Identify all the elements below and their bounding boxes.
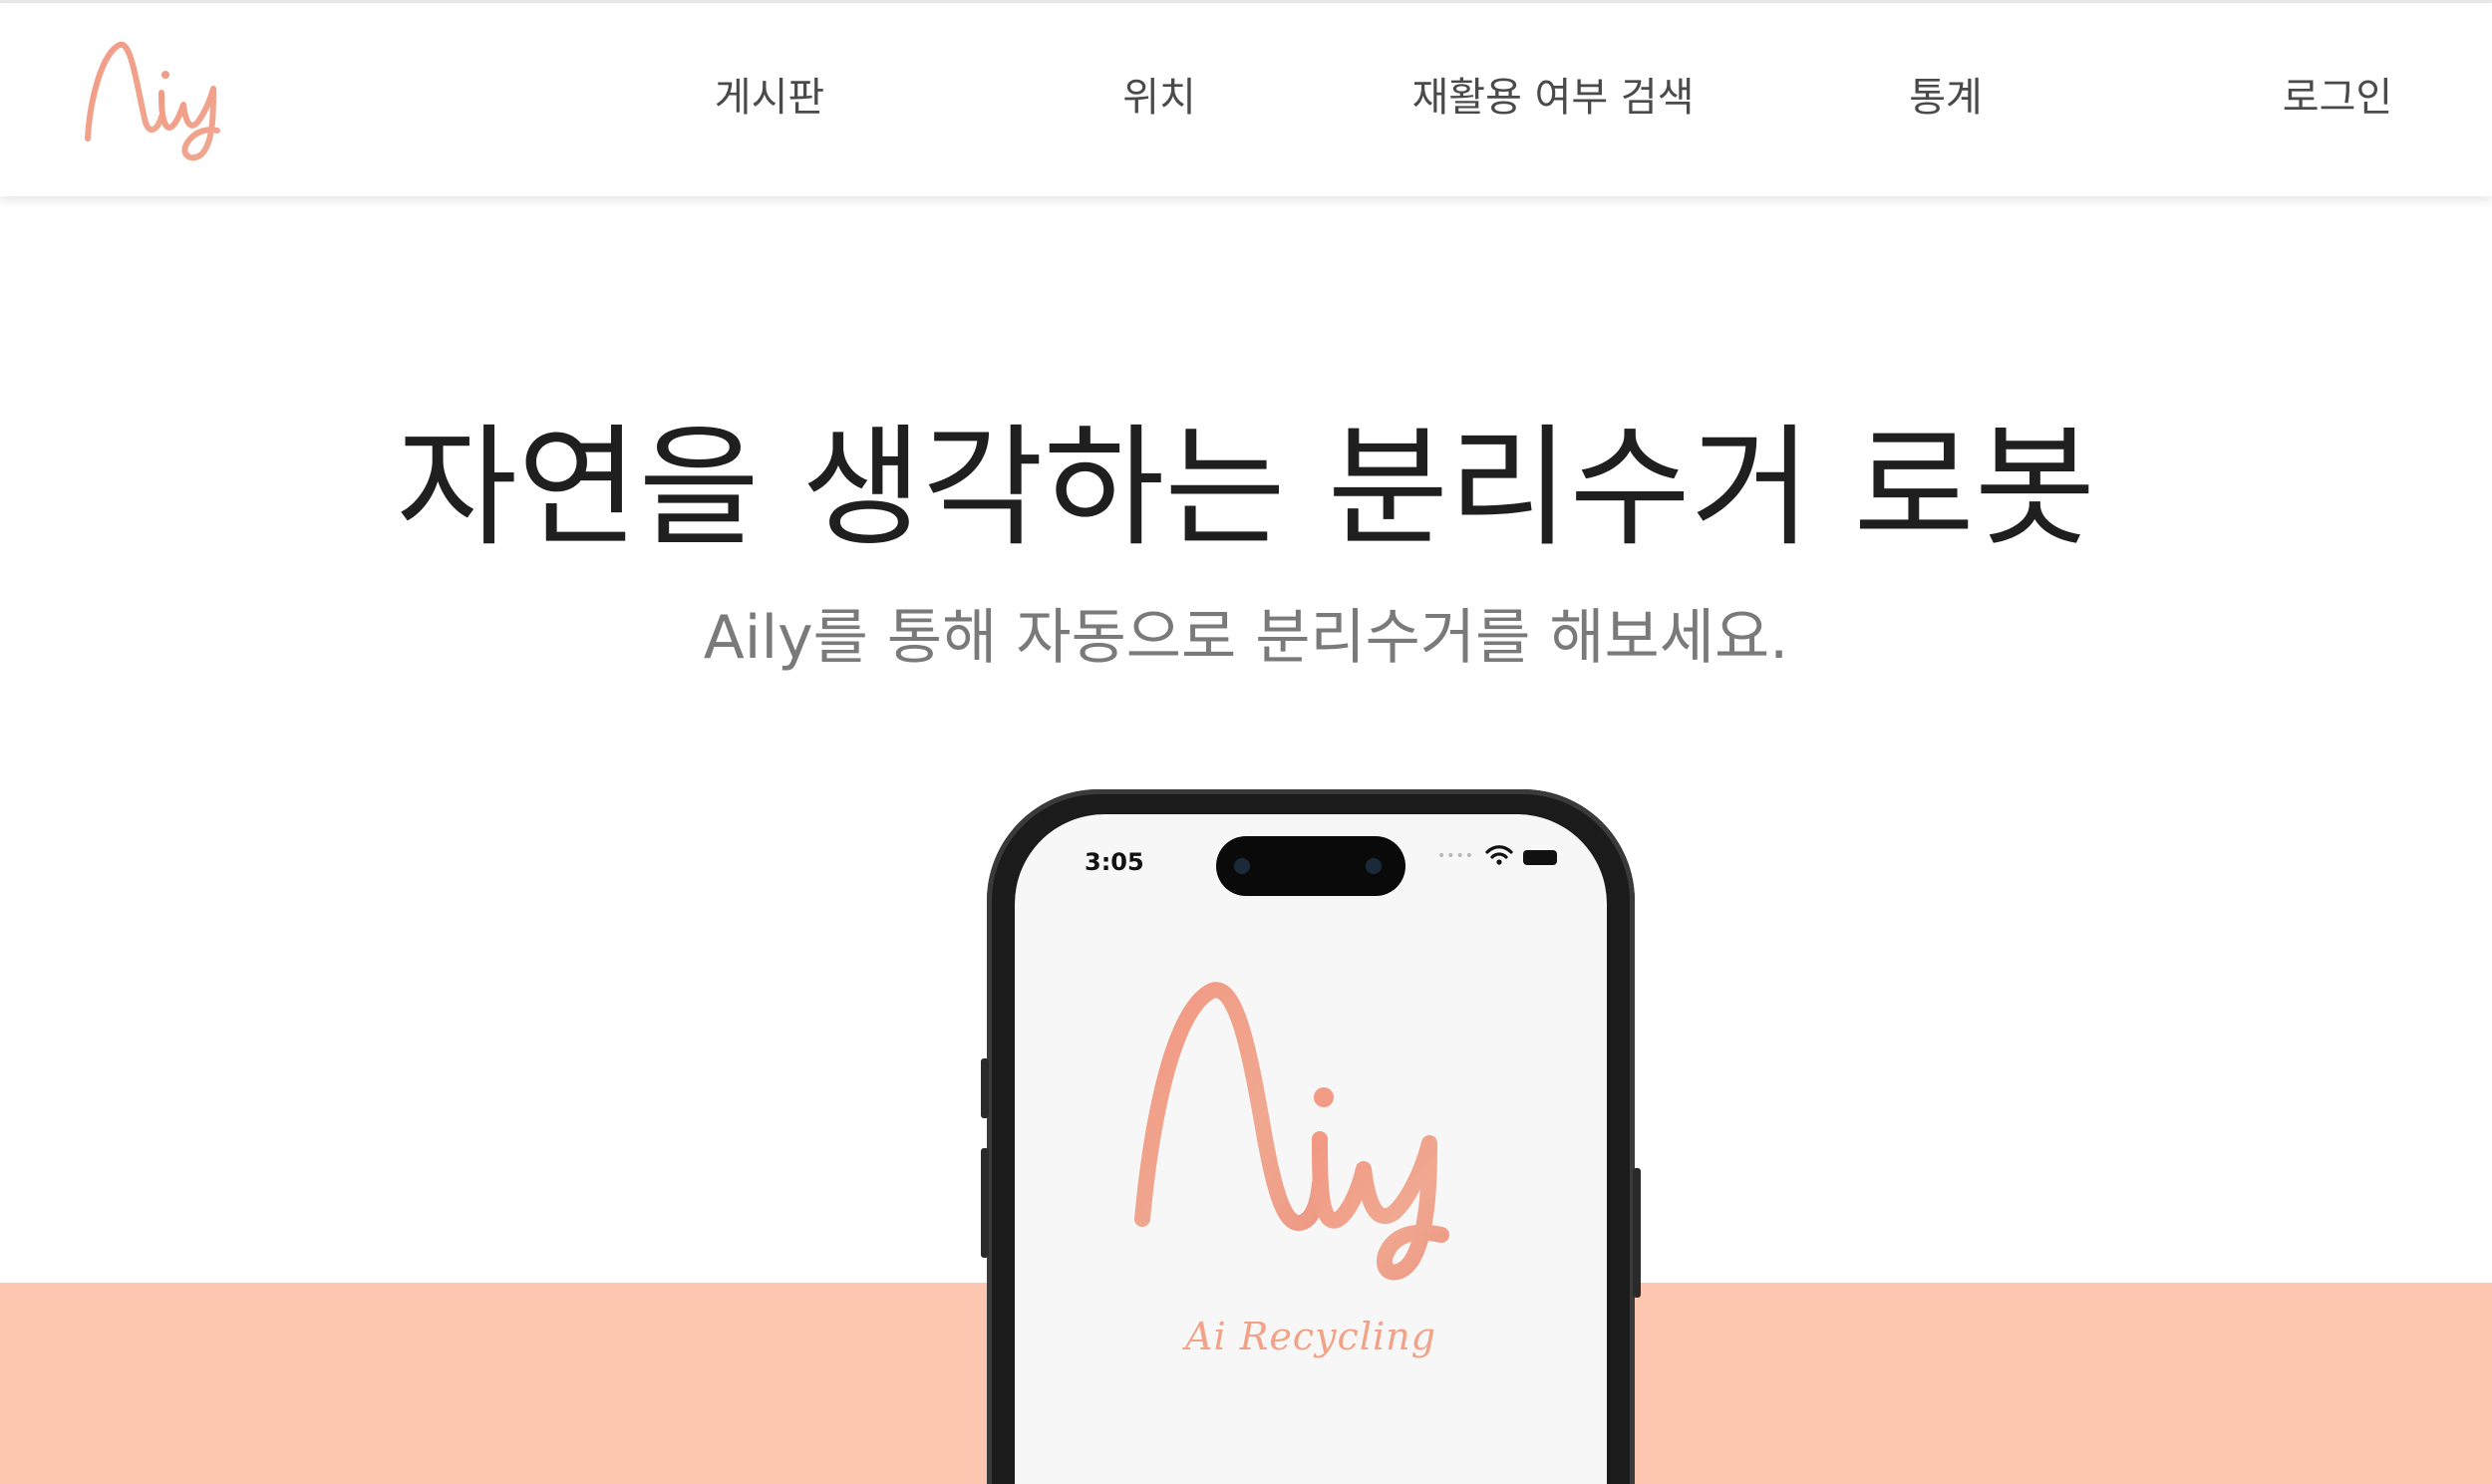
phone-screen: 3:05 •••• Ai Recycling: [1015, 814, 1607, 1484]
hero-subtitle: Aily를 통해 자동으로 분리수거를 해보세요.: [703, 603, 1789, 673]
app-tagline: Ai Recycling: [1185, 1315, 1436, 1358]
hero-title: 자연을 생각하는 분리수거 로봇: [396, 412, 2096, 565]
aily-logo-icon[interactable]: [80, 31, 229, 165]
battery-icon: [1523, 850, 1557, 865]
wifi-icon: [1485, 845, 1513, 865]
nav-statistics-link[interactable]: 통계: [1909, 63, 1983, 133]
dynamic-island: [1216, 836, 1405, 896]
navbar: 게시판 위치 재활용 여부 검색 통계 로그인: [0, 3, 2492, 196]
phone-mockup: 3:05 •••• Ai Recycling: [981, 789, 1641, 1484]
camera-lens: [1234, 858, 1250, 874]
nav-login-link[interactable]: 로그인: [2283, 63, 2392, 133]
nav-location-link[interactable]: 위치: [1122, 63, 1196, 133]
aily-logo-icon: [1134, 982, 1449, 1281]
status-time: 3:05: [1085, 848, 1144, 876]
phone-volume-button: [981, 1148, 989, 1258]
phone-side-button: [981, 1058, 989, 1118]
signal-dots-icon: ••••: [1437, 848, 1475, 864]
nav-recycle-search-link[interactable]: 재활용 여부 검색: [1411, 63, 1694, 133]
landing-page: 게시판 위치 재활용 여부 검색 통계 로그인 자연을 생각하는 분리수거 로봇…: [0, 0, 2492, 1484]
phone-power-button: [1633, 1168, 1641, 1298]
nav-board-link[interactable]: 게시판: [715, 63, 824, 133]
sensor-lens: [1366, 858, 1382, 874]
